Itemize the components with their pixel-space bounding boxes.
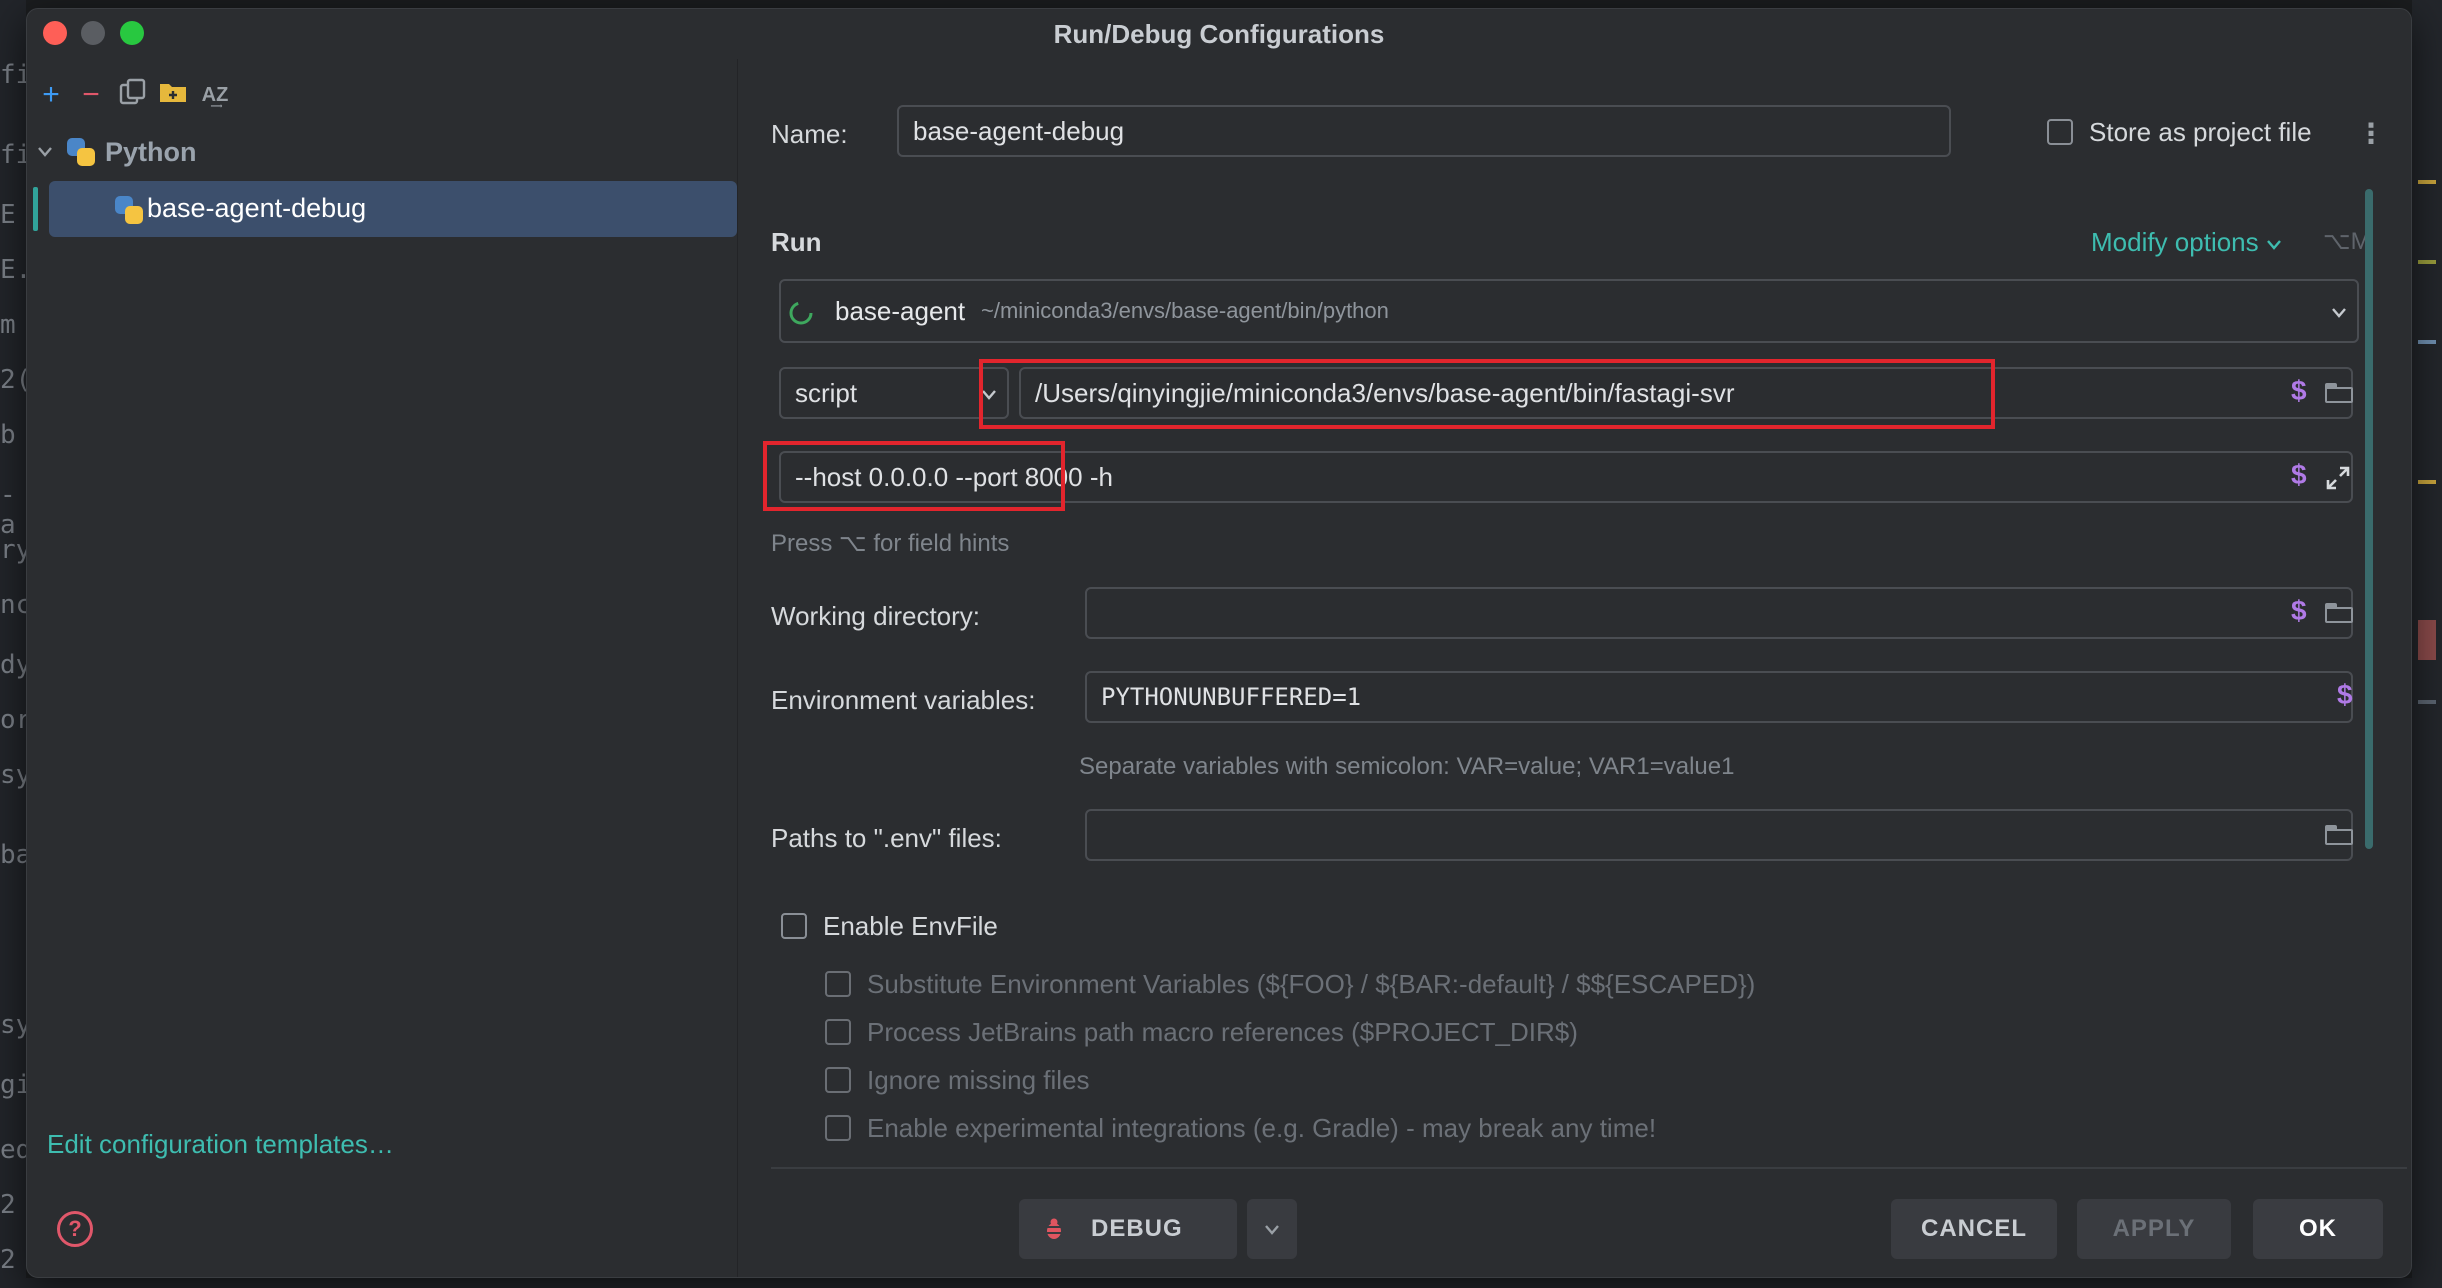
process-path-macros-label: Process JetBrains path macro references … <box>867 1017 1578 1047</box>
experimental-integrations-label: Enable experimental integrations (e.g. G… <box>867 1113 1657 1143</box>
form-scrollbar[interactable] <box>2365 189 2373 849</box>
add-configuration-icon[interactable]: + <box>33 77 69 113</box>
name-input[interactable]: base-agent-debug <box>897 105 1951 157</box>
browse-folder-icon[interactable] <box>2325 825 2353 845</box>
store-as-project-file-checkbox[interactable] <box>2047 119 2073 145</box>
dialog-title: Run/Debug Configurations <box>1053 19 1385 49</box>
ignore-missing-files-label: Ignore missing files <box>867 1065 1090 1095</box>
highlight-annotation-params <box>763 441 1065 511</box>
modify-options-shortcut: ⌥M <box>2323 228 2371 255</box>
expand-icon[interactable] <box>2325 465 2351 491</box>
store-as-project-file-label: Store as project file <box>2089 117 2312 147</box>
bug-icon <box>1044 1218 1064 1239</box>
process-path-macros-checkbox[interactable] <box>825 1019 851 1045</box>
new-folder-icon[interactable] <box>155 77 191 113</box>
run-debug-configurations-dialog: Run/Debug Configurations + − A͢Z Python … <box>26 8 2412 1278</box>
chevron-down-icon <box>2332 308 2346 318</box>
name-label: Name: <box>771 119 848 149</box>
run-section-title: Run <box>771 227 822 257</box>
insert-macro-icon[interactable]: $ <box>2291 459 2307 491</box>
loading-spinner-icon <box>789 301 813 325</box>
field-hints-text: Press ⌥ for field hints <box>771 530 1010 557</box>
edit-configuration-templates-link[interactable]: Edit configuration templates… <box>47 1129 394 1160</box>
chevron-down-icon <box>38 147 52 157</box>
debug-options-dropdown[interactable] <box>1247 1199 1297 1259</box>
tree-item-label: base-agent-debug <box>147 193 367 223</box>
section-divider <box>771 1167 2407 1169</box>
background-editor-gutter: filfilE E.m2( b-ary ncdyor sybasy gied2 … <box>0 0 26 1288</box>
background-status-area <box>26 1278 2412 1288</box>
insert-macro-icon[interactable]: $ <box>2291 595 2307 627</box>
selection-accent <box>33 187 38 231</box>
more-options-icon[interactable]: ⋮ <box>2357 117 2385 150</box>
python-icon <box>67 138 95 166</box>
interpreter-path: ~/miniconda3/envs/base-agent/bin/python <box>981 298 1389 323</box>
substitute-env-vars-label: Substitute Environment Variables (${FOO}… <box>867 969 1756 999</box>
browse-folder-icon[interactable] <box>2325 383 2353 403</box>
debug-button-label: DEBUG <box>1091 1215 1183 1242</box>
highlight-annotation-script <box>979 359 1995 429</box>
ok-button[interactable]: OK <box>2253 1199 2383 1259</box>
python-icon <box>115 196 143 224</box>
enable-envfile-label: Enable EnvFile <box>823 911 998 941</box>
sort-configurations-icon[interactable]: A͢Z <box>197 77 233 113</box>
dotenv-files-label: Paths to ".env" files: <box>771 823 1002 853</box>
background-editor-scrollbar <box>2412 0 2442 1288</box>
chevron-down-icon <box>1265 1225 1279 1235</box>
substitute-env-vars-checkbox[interactable] <box>825 971 851 997</box>
script-mode-select[interactable]: script <box>779 367 1009 419</box>
dotenv-files-input[interactable] <box>1085 809 2353 861</box>
environment-variables-label: Environment variables: <box>771 685 1036 715</box>
tree-group-label: Python <box>105 137 197 167</box>
insert-macro-icon[interactable]: $ <box>2337 679 2353 711</box>
remove-configuration-icon[interactable]: − <box>73 77 109 113</box>
debug-button[interactable]: DEBUG <box>1019 1199 1237 1259</box>
chevron-down-icon <box>2266 240 2281 250</box>
environment-variables-hint: Separate variables with semicolon: VAR=v… <box>1079 753 1735 780</box>
working-directory-label: Working directory: <box>771 601 981 631</box>
environment-variables-input[interactable]: PYTHONUNBUFFERED=1 <box>1085 671 2353 723</box>
working-directory-input[interactable] <box>1085 587 2353 639</box>
experimental-integrations-checkbox[interactable] <box>825 1115 851 1141</box>
apply-button[interactable]: APPLY <box>2077 1199 2231 1259</box>
interpreter-select[interactable]: base-agent ~/miniconda3/envs/base-agent/… <box>779 279 2359 343</box>
configurations-tree-pane: + − A͢Z Python base-agent-debug Edit con… <box>27 59 738 1277</box>
tree-group-python[interactable]: Python <box>37 125 737 179</box>
cancel-button[interactable]: CANCEL <box>1891 1199 2057 1259</box>
modify-options-link[interactable]: Modify options <box>2091 227 2282 258</box>
enable-envfile-checkbox[interactable] <box>781 913 807 939</box>
title-bar: Run/Debug Configurations <box>27 9 2411 59</box>
help-icon[interactable]: ? <box>57 1211 93 1247</box>
copy-configuration-icon[interactable] <box>115 77 151 113</box>
interpreter-name: base-agent <box>835 296 966 326</box>
insert-macro-icon[interactable]: $ <box>2291 375 2307 407</box>
ignore-missing-files-checkbox[interactable] <box>825 1067 851 1093</box>
browse-folder-icon[interactable] <box>2325 603 2353 623</box>
modify-options-label: Modify options <box>2091 227 2259 257</box>
